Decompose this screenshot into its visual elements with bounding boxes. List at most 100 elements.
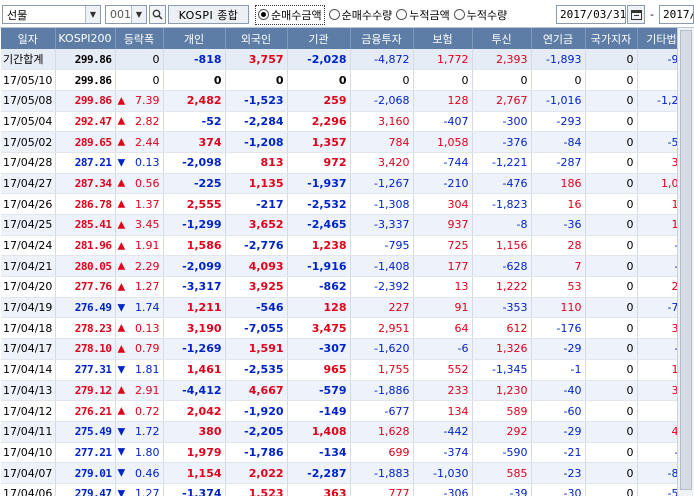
scrollbar-thumb[interactable]	[680, 30, 692, 490]
change-cell: ▲ 1.91	[115, 235, 164, 257]
table-row[interactable]: 17/04/25 285.41 ▲ 3.45 -1,299 3,652 -2,465 -3,3…	[1, 214, 694, 236]
date-separator: -	[650, 8, 654, 21]
column-header[interactable]: 보험	[413, 28, 473, 49]
table-row[interactable]: 17/04/21 280.05 ▲ 2.29 -2,099 4,093 -1,916 -1,4…	[1, 255, 694, 278]
date-cell: 17/04/11	[1, 421, 56, 443]
radio-dot[interactable]	[396, 9, 408, 20]
value-cell: -217	[225, 193, 288, 215]
value-cell: 0	[585, 297, 638, 319]
kospi200-cell: 286.78	[55, 193, 116, 215]
kospi200-cell: 287.21	[55, 152, 116, 174]
table-row[interactable]: 17/04/14 277.31 ▼ 1.81 1,461 -2,535 965 1,755 55…	[1, 359, 694, 381]
kospi200-cell: 281.96	[55, 235, 116, 257]
date-to-field[interactable]: 2017/	[659, 5, 694, 24]
table-row[interactable]: 17/05/02 289.65 ▲ 2.44 374 -1,208 1,357 784 1,05…	[1, 131, 694, 153]
table-row[interactable]: 17/04/07 279.01 ▼ 0.46 1,154 2,022 -2,287 -1,88…	[1, 462, 694, 484]
table-row[interactable]: 17/04/10 277.21 ▼ 1.80 1,979 -1,786 -134 699 -37…	[1, 442, 694, 464]
value-cell: 3,757	[225, 49, 288, 71]
value-cell: -818	[163, 49, 226, 71]
value-cell: 53	[531, 276, 586, 298]
table-row[interactable]: 17/04/27 287.34 ▲ 0.56 -225 1,135 -1,937 -1,267…	[1, 173, 694, 195]
table-row[interactable]: 17/04/13 279.12 ▲ 2.91 -4,412 4,667 -579 -1,886…	[1, 380, 694, 402]
radio-dot[interactable]	[258, 9, 269, 20]
value-cell: -1,883	[350, 462, 414, 484]
table-row[interactable]: 17/04/12 276.21 ▲ 0.72 2,042 -1,920 -149 -677 13…	[1, 400, 694, 422]
column-header[interactable]: 개인	[163, 28, 226, 49]
value-cell: 374	[163, 131, 226, 153]
value-cell: 128	[287, 297, 351, 319]
column-header[interactable]: 연기금	[531, 28, 586, 49]
table-row[interactable]: 17/04/06 279.47 ▼ 1.27 -1,374 1,523 363 777 -306…	[1, 483, 694, 496]
value-cell: 0	[585, 131, 638, 153]
change-cell: ▼ 1.80	[115, 442, 164, 464]
value-cell: -677	[350, 400, 414, 422]
column-header[interactable]: KOSPI200	[55, 28, 116, 49]
value-cell: 1,154	[163, 462, 226, 484]
column-header[interactable]: 외국인	[225, 28, 288, 49]
table-row[interactable]: 17/04/24 281.96 ▲ 1.91 1,586 -2,776 1,238 -795 7…	[1, 235, 694, 257]
value-cell: 585	[472, 462, 532, 484]
value-cell: -52	[163, 111, 226, 133]
radio-label: 누적수량	[466, 8, 508, 22]
change-cell: ▲ 2.91	[115, 380, 164, 402]
chevron-down-icon[interactable]: ▼	[85, 6, 100, 23]
value-cell: 937	[413, 214, 473, 236]
value-cell: 28	[531, 235, 586, 257]
vertical-scrollbar[interactable]	[677, 28, 694, 496]
radio-cumulative-amount[interactable]: 누적금액	[396, 7, 450, 23]
column-header[interactable]: 금융투자	[350, 28, 414, 49]
value-cell: 13	[413, 276, 473, 298]
value-cell: -2,776	[225, 235, 288, 257]
value-cell: 725	[413, 235, 473, 257]
value-cell: 91	[413, 297, 473, 319]
value-cell: 3,420	[350, 152, 414, 174]
chevron-down-icon[interactable]: ▼	[131, 6, 146, 23]
value-cell: 233	[413, 380, 473, 402]
value-cell: 552	[413, 359, 473, 381]
value-cell: 227	[350, 297, 414, 319]
calendar-icon[interactable]	[627, 5, 645, 24]
value-cell: 1,628	[350, 421, 414, 443]
table-row[interactable]: 17/05/10299.860000000000	[1, 69, 694, 91]
radio-label: 순매수금액	[271, 8, 322, 22]
value-cell: -210	[413, 173, 473, 195]
column-header[interactable]: 국가지자	[585, 28, 638, 49]
column-header[interactable]: 등락폭	[115, 28, 164, 49]
column-header[interactable]: 일자	[1, 28, 56, 49]
table-body: 기간합계 299.86 0 -818 3,757 -2,028 -4,872 1,772 2,3…	[1, 49, 694, 496]
value-cell: 2,296	[287, 111, 351, 133]
radio-dot[interactable]	[328, 9, 340, 20]
value-cell: -1,308	[350, 193, 414, 215]
table-row[interactable]: 17/05/04 292.47 ▲ 2.82 -52 -2,284 2,296 3,160 -4…	[1, 111, 694, 133]
asset-type-select[interactable]: 선물 ▼	[2, 5, 101, 24]
kospi200-cell: 278.23	[55, 317, 116, 340]
column-header[interactable]: 투신	[472, 28, 532, 49]
summary-row[interactable]: 기간합계 299.86 0 -818 3,757 -2,028 -4,872 1,772 2,3…	[1, 49, 694, 71]
value-cell: 0	[472, 69, 532, 91]
kospi200-cell: 279.01	[55, 462, 116, 484]
table-row[interactable]: 17/04/19 276.49 ▼ 1.74 1,211 -546 128 227 91 -353…	[1, 297, 694, 319]
value-cell: 777	[350, 483, 414, 496]
table-row[interactable]: 17/04/28 287.21 ▼ 0.13 -2,098 813 972 3,420 -744…	[1, 152, 694, 174]
value-cell: -1,269	[163, 338, 226, 360]
table-row[interactable]: 17/04/18 278.23 ▲ 0.13 3,190 -7,055 3,475 2,951…	[1, 317, 694, 340]
value-cell: 1,156	[472, 235, 532, 257]
code-select[interactable]: 001 ▼	[105, 5, 147, 24]
table-row[interactable]: 17/04/11 275.49 ▼ 1.72 380 -2,205 1,408 1,628 -4…	[1, 421, 694, 443]
change-cell: ▲ 0.13	[115, 317, 164, 340]
radio-net-buy-amount[interactable]: 순매수금액	[255, 4, 325, 25]
table-row[interactable]: 17/04/26 286.78 ▲ 1.37 2,555 -217 -2,532 -1,308…	[1, 193, 694, 215]
radio-net-buy-qty[interactable]: 순매수수량	[328, 7, 392, 23]
table-row[interactable]: 17/04/17 278.10 ▲ 0.79 -1,269 1,591 -307 -1,620…	[1, 338, 694, 360]
table-row[interactable]: 17/04/20 277.76 ▲ 1.27 -3,317 3,925 -862 -2,392…	[1, 276, 694, 298]
triangle-down-icon: ▼	[117, 488, 126, 496]
table-row[interactable]: 17/05/08 299.86 ▲ 7.39 2,482 -1,523 259 -2,068 1…	[1, 90, 694, 112]
value-cell: 813	[225, 152, 288, 174]
radio-cumulative-qty[interactable]: 누적수량	[453, 7, 508, 23]
column-header[interactable]: 기관	[287, 28, 351, 49]
change-cell: ▼ 1.74	[115, 297, 164, 319]
value-cell: -1	[531, 359, 586, 381]
date-from-field[interactable]: 2017/03/31	[556, 5, 626, 24]
search-icon[interactable]	[149, 5, 166, 24]
radio-dot[interactable]	[453, 9, 465, 20]
